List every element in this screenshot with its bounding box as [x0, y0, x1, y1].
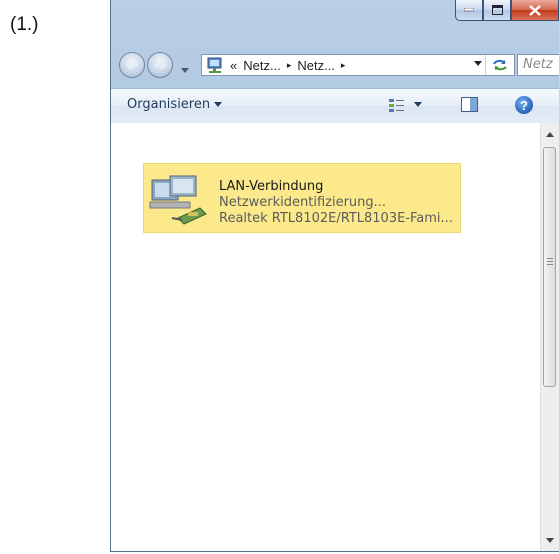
breadcrumb-separator[interactable]: ▸ — [287, 60, 292, 71]
maximize-button[interactable] — [483, 0, 511, 21]
file-list-area[interactable]: LAN-Verbindung Netzwerkidentifizierung..… — [111, 123, 559, 551]
address-bar[interactable]: « Netz... ▸ Netz... ▸ — [201, 54, 515, 76]
forward-button[interactable] — [147, 52, 173, 78]
item-status: Netzwerkidentifizierung... — [219, 195, 387, 210]
item-device: Realtek RTL8102E/RTL8103E-Fami... — [219, 211, 453, 226]
search-input[interactable]: Netz — [517, 54, 559, 76]
item-text-block: LAN-Verbindung Netzwerkidentifizierung..… — [219, 179, 453, 227]
help-button[interactable]: ? — [515, 96, 533, 114]
close-icon — [529, 4, 541, 16]
back-button[interactable] — [119, 52, 145, 78]
recent-pages-dropdown[interactable] — [181, 61, 189, 79]
navigation-row: « Netz... ▸ Netz... ▸ Netz — [111, 48, 559, 84]
maximize-icon — [491, 5, 503, 15]
close-button[interactable] — [511, 0, 559, 21]
chevron-down-icon — [181, 68, 189, 73]
minimize-icon — [464, 8, 474, 12]
organize-button[interactable]: Organisieren — [127, 97, 223, 112]
scroll-up-button[interactable] — [541, 125, 559, 143]
explorer-window: « Netz... ▸ Netz... ▸ Netz Organisieren — [110, 0, 559, 552]
preview-pane-icon — [461, 97, 478, 112]
refresh-icon — [493, 59, 507, 71]
network-adapter-icon — [149, 175, 207, 225]
change-view-button[interactable] — [388, 97, 422, 113]
organize-label: Organisieren — [127, 97, 211, 112]
change-view-icon — [389, 99, 404, 112]
breadcrumb-item[interactable]: Netz... — [297, 58, 335, 73]
minimize-button[interactable] — [455, 0, 483, 21]
address-history-dropdown[interactable] — [474, 59, 482, 70]
scroll-thumb[interactable] — [543, 147, 556, 387]
breadcrumb-overflow[interactable]: « — [230, 58, 237, 73]
refresh-button[interactable] — [485, 55, 514, 75]
chevron-up-icon — [546, 131, 554, 137]
chevron-down-icon — [414, 102, 422, 107]
step-label: (1.) — [10, 14, 39, 35]
caption-buttons — [455, 0, 559, 21]
chevron-down-icon — [546, 537, 554, 543]
network-folder-icon — [207, 57, 222, 73]
forward-arrow-icon — [154, 60, 167, 70]
title-bar[interactable] — [111, 0, 559, 40]
help-icon: ? — [520, 97, 528, 113]
chevron-down-icon — [214, 101, 223, 107]
breadcrumb-item[interactable]: Netz... — [243, 58, 281, 73]
vertical-scrollbar[interactable] — [540, 123, 559, 551]
breadcrumb-separator[interactable]: ▸ — [341, 60, 346, 71]
item-title: LAN-Verbindung — [219, 179, 324, 194]
list-item[interactable]: LAN-Verbindung Netzwerkidentifizierung..… — [143, 163, 461, 233]
preview-pane-button[interactable] — [461, 97, 479, 118]
scroll-grip — [547, 258, 553, 267]
command-bar: Organisieren ? — [111, 88, 559, 124]
chevron-down-icon — [474, 61, 482, 66]
back-arrow-icon — [125, 60, 138, 70]
scroll-down-button[interactable] — [541, 531, 559, 549]
